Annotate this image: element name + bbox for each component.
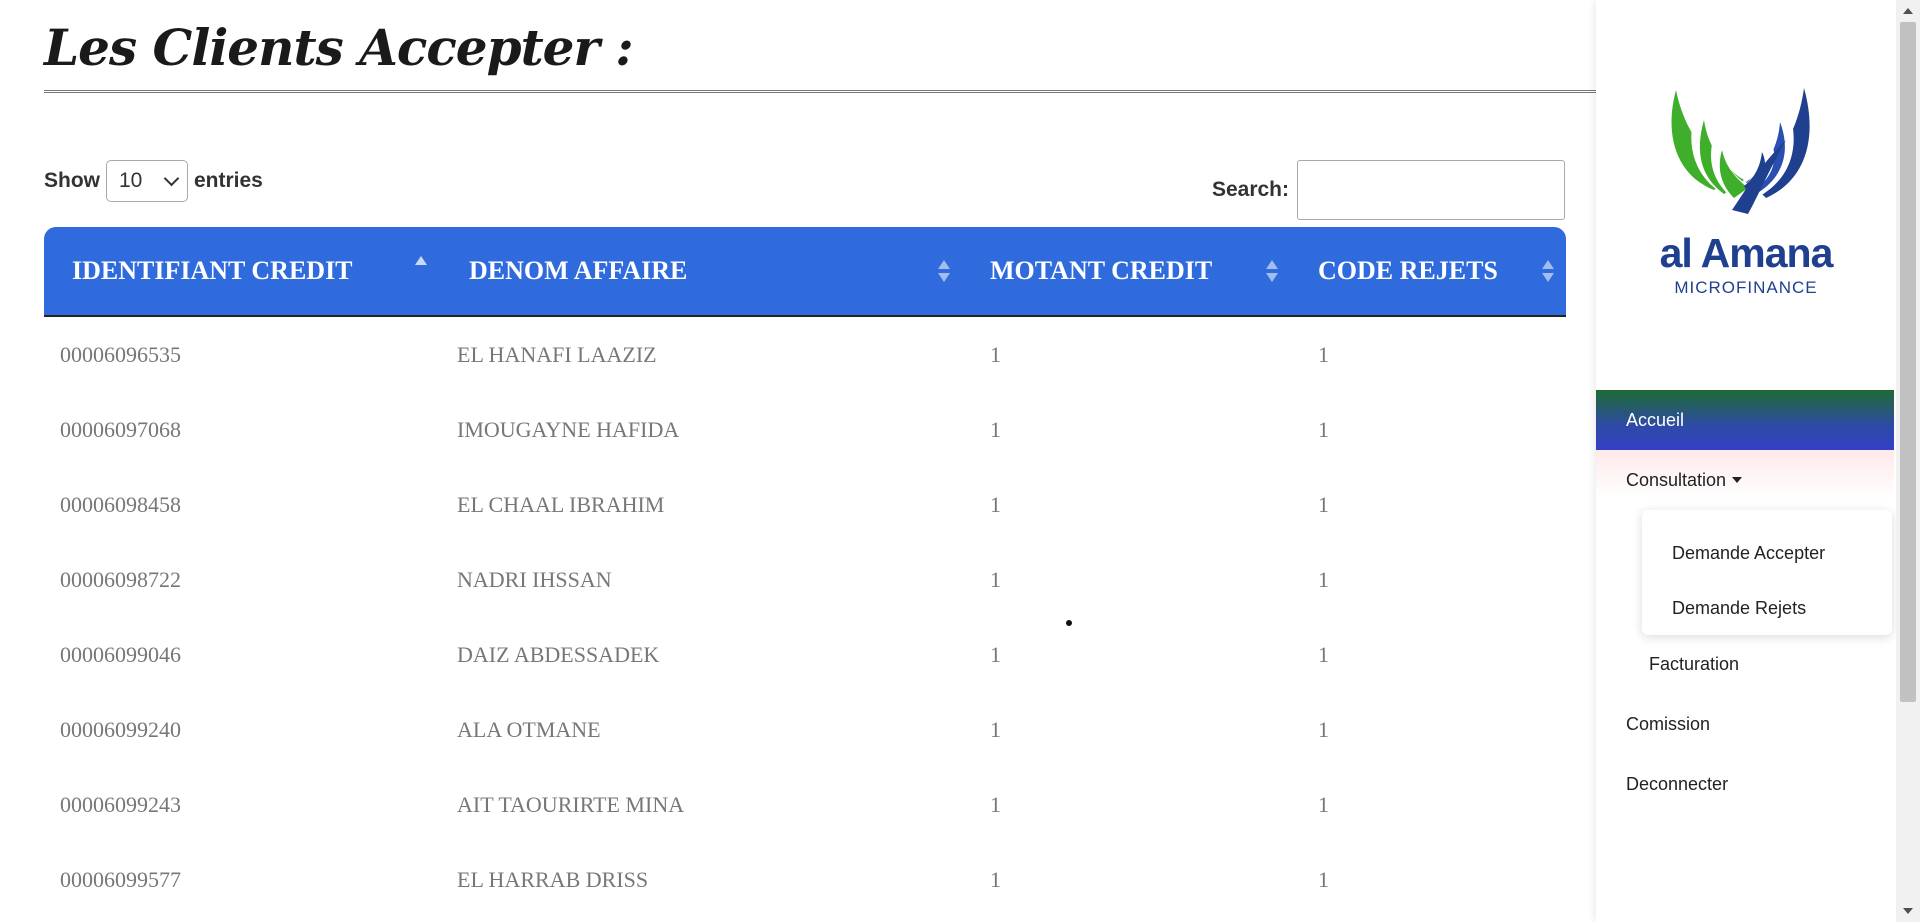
cell-code-rejets: 1 — [1318, 491, 1329, 517]
cell-montant: 1 — [990, 866, 1001, 892]
column-header-label: CODE REJETS — [1318, 256, 1498, 285]
cell-montant: 1 — [990, 641, 1001, 667]
cell-montant: 1 — [990, 566, 1001, 592]
cell-code-rejets: 1 — [1318, 716, 1329, 742]
cell-identifiant: 00006096535 — [60, 341, 181, 367]
logo-name: al Amana — [1659, 230, 1834, 276]
entries-label: entries — [194, 169, 263, 192]
entries-select[interactable]: 10 — [106, 160, 188, 202]
main-content: Les Clients Accepter : Show 10 entries S… — [0, 0, 1596, 922]
dropdown-item-demande-rejets[interactable]: Demande Rejets — [1672, 598, 1806, 619]
nav-item-facturation[interactable]: Facturation — [1649, 654, 1739, 675]
entries-length-control: Show 10 entries — [44, 160, 263, 202]
column-header-label: DENOM AFFAIRE — [469, 256, 688, 285]
column-header-label: IDENTIFIANT CREDIT — [72, 256, 353, 285]
entries-select-value: 10 — [119, 169, 143, 192]
search-input[interactable] — [1297, 160, 1565, 220]
dropdown-item-demande-accepter[interactable]: Demande Accepter — [1672, 543, 1825, 564]
clients-table: IDENTIFIANT CREDIT DENOM AFFAIRE MOTANT … — [44, 227, 1566, 917]
cell-identifiant: 00006097068 — [60, 416, 181, 442]
sidebar: al Amana MICROFINANCE Accueil Consultati… — [1596, 0, 1896, 922]
cell-identifiant: 00006098458 — [60, 491, 181, 517]
table-row: 00006096535 EL HANAFI LAAZIZ 1 1 — [44, 316, 1566, 392]
caret-down-icon — [1732, 477, 1743, 483]
cell-identifiant: 00006099243 — [60, 791, 181, 817]
search-control: Search: — [1212, 160, 1565, 220]
cell-montant: 1 — [990, 341, 1001, 367]
sort-ascending-icon — [415, 255, 427, 279]
table-row: 00006099243 AIT TAOURIRTE MINA 1 1 — [44, 767, 1566, 842]
nav-item-deconnecter[interactable]: Deconnecter — [1626, 774, 1728, 795]
title-divider — [44, 90, 1596, 93]
wings-logo-icon — [1671, 88, 1810, 214]
nav-item-comission[interactable]: Comission — [1626, 714, 1710, 735]
cell-denom: EL HANAFI LAAZIZ — [457, 341, 657, 367]
cell-denom: NADRI IHSSAN — [457, 566, 612, 592]
show-label: Show — [44, 169, 100, 192]
table-row: 00006097068 IMOUGAYNE HAFIDA 1 1 — [44, 392, 1566, 467]
cell-code-rejets: 1 — [1318, 566, 1329, 592]
table-header-row: IDENTIFIANT CREDIT DENOM AFFAIRE MOTANT … — [44, 227, 1566, 317]
sort-icon — [1266, 259, 1278, 283]
cell-code-rejets: 1 — [1318, 866, 1329, 892]
cell-identifiant: 00006099046 — [60, 641, 181, 667]
cell-code-rejets: 1 — [1318, 641, 1329, 667]
cell-identifiant: 00006099577 — [60, 866, 181, 892]
column-header-identifiant-credit[interactable]: IDENTIFIANT CREDIT — [44, 227, 441, 317]
cell-denom: EL CHAAL IBRAHIM — [457, 491, 665, 517]
column-header-code-rejets[interactable]: CODE REJETS — [1290, 227, 1566, 317]
table-row: 00006099577 EL HARRAB DRISS 1 1 — [44, 842, 1566, 917]
vertical-scrollbar[interactable] — [1896, 0, 1920, 922]
cell-identifiant: 00006098722 — [60, 566, 181, 592]
mouse-cursor-dot — [1066, 620, 1072, 626]
table-row: 00006099046 DAIZ ABDESSADEK 1 1 — [44, 617, 1566, 692]
cell-denom: IMOUGAYNE HAFIDA — [457, 416, 680, 442]
sort-icon — [938, 259, 950, 283]
sort-icon — [1542, 259, 1554, 283]
cell-denom: AIT TAOURIRTE MINA — [457, 791, 685, 817]
nav-item-label: Accueil — [1626, 409, 1685, 430]
cell-montant: 1 — [990, 491, 1001, 517]
cell-denom: ALA OTMANE — [457, 716, 601, 742]
chevron-down-icon — [163, 170, 180, 187]
cell-code-rejets: 1 — [1318, 341, 1329, 367]
search-label: Search: — [1211, 178, 1289, 201]
nav-item-accueil[interactable]: Accueil — [1596, 390, 1894, 450]
page-title: Les Clients Accepter : — [44, 18, 634, 77]
consultation-dropdown-menu: Demande Accepter Demande Rejets — [1642, 510, 1892, 635]
cell-denom: EL HARRAB DRISS — [457, 866, 649, 892]
cell-identifiant: 00006099240 — [60, 716, 181, 742]
cell-code-rejets: 1 — [1318, 416, 1329, 442]
cell-montant: 1 — [990, 791, 1001, 817]
nav-item-consultation[interactable]: Consultation — [1596, 450, 1894, 510]
column-header-denom-affaire[interactable]: DENOM AFFAIRE — [441, 227, 962, 317]
al-amana-logo[interactable]: al Amana MICROFINANCE — [1636, 80, 1856, 310]
table-row: 00006099240 ALA OTMANE 1 1 — [44, 692, 1566, 767]
column-header-label: MOTANT CREDIT — [990, 256, 1213, 285]
cell-code-rejets: 1 — [1318, 791, 1329, 817]
cell-montant: 1 — [990, 416, 1001, 442]
cell-denom: DAIZ ABDESSADEK — [457, 641, 660, 667]
scroll-up-arrow-icon[interactable] — [1903, 8, 1913, 14]
page: Les Clients Accepter : Show 10 entries S… — [0, 0, 1920, 922]
table-row: 00006098722 NADRI IHSSAN 1 1 — [44, 542, 1566, 617]
table-row: 00006098458 EL CHAAL IBRAHIM 1 1 — [44, 467, 1566, 542]
cell-montant: 1 — [990, 716, 1001, 742]
scroll-down-arrow-icon[interactable] — [1903, 908, 1913, 914]
column-header-motant-credit[interactable]: MOTANT CREDIT — [962, 227, 1290, 317]
scrollbar-thumb[interactable] — [1900, 22, 1916, 702]
logo-subtitle: MICROFINANCE — [1674, 278, 1818, 297]
nav-item-label: Consultation — [1626, 469, 1727, 490]
